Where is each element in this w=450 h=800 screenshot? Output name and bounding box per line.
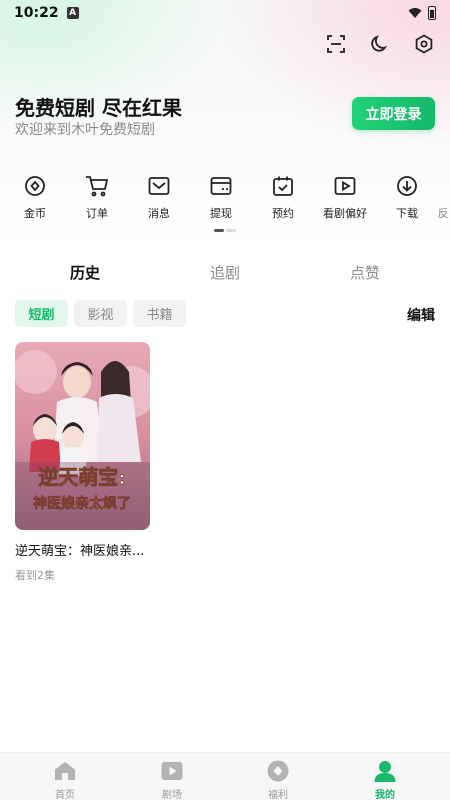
chip-short-drama[interactable]: 短剧: [15, 300, 68, 327]
nav-label: 剧场: [162, 790, 182, 800]
quick-action-reserve[interactable]: 预约: [252, 174, 314, 221]
wifi-icon: [408, 8, 422, 18]
chip-movies[interactable]: 影视: [74, 300, 127, 327]
settings-hex-icon[interactable]: [412, 32, 436, 56]
quick-action-coins[interactable]: 金币: [4, 174, 66, 221]
cover-title-line-1: 逆天萌宝:: [38, 465, 125, 489]
partial-icon: [431, 174, 450, 198]
quick-action-label: 下载: [396, 207, 418, 220]
nav-home[interactable]: 首页: [35, 759, 95, 800]
status-time: 10:22: [14, 5, 59, 21]
tab-history[interactable]: 历史: [70, 262, 100, 283]
quick-action-messages[interactable]: 消息: [128, 174, 190, 221]
calendar-icon: [271, 174, 295, 198]
welfare-icon: [266, 759, 290, 783]
quick-action-label: 预约: [272, 207, 294, 220]
profile-icon: [373, 759, 397, 783]
category-chips: 短剧 影视 书籍: [15, 300, 186, 327]
notification-icon: A: [66, 7, 79, 19]
nav-theater[interactable]: 剧场: [142, 759, 202, 800]
quick-action-withdraw[interactable]: 提现: [190, 174, 252, 221]
history-card[interactable]: 逆天萌宝: 神医娘亲太飒了 逆天萌宝：神医娘亲... 看到2集: [15, 342, 150, 583]
theater-icon: [160, 759, 184, 783]
battery-icon: [428, 6, 436, 20]
nav-label: 我的: [375, 790, 395, 800]
coin-icon: [23, 174, 47, 198]
watch-progress: 看到2集: [15, 569, 55, 582]
scan-icon[interactable]: [324, 32, 348, 56]
nav-profile[interactable]: 我的: [355, 759, 415, 800]
nav-welfare[interactable]: 福利: [248, 759, 308, 800]
quick-actions-pager: [214, 229, 236, 232]
moon-icon[interactable]: [368, 32, 392, 56]
nav-label: 首页: [55, 790, 75, 800]
quick-action-label: 提现: [210, 207, 232, 220]
quick-action-label: 订单: [86, 207, 108, 220]
quick-action-label: 反: [437, 207, 449, 220]
quick-action-preferences[interactable]: 看剧偏好: [314, 174, 376, 221]
home-icon: [53, 759, 77, 783]
quick-action-label: 消息: [148, 207, 170, 220]
quick-action-label: 金币: [24, 207, 46, 220]
cart-icon: [85, 174, 109, 198]
quick-actions: 金币 订单 消息 提现 预约 看剧偏好 下载 反: [0, 174, 450, 224]
wallet-icon: [209, 174, 233, 198]
edit-button[interactable]: 编辑: [407, 305, 435, 325]
quick-action-more[interactable]: 反: [423, 174, 450, 221]
tab-likes[interactable]: 点赞: [350, 262, 380, 283]
download-icon: [395, 174, 419, 198]
login-button[interactable]: 立即登录: [352, 97, 435, 130]
play-icon: [333, 174, 357, 198]
drama-title: 逆天萌宝：神医娘亲...: [15, 544, 145, 559]
promo-title: 免费短剧 尽在红果: [15, 96, 182, 120]
promo-subtitle: 欢迎来到木叶免费短剧: [15, 122, 155, 138]
bottom-navigation: 首页 剧场 福利 我的: [0, 752, 450, 800]
main-tabs: 历史 追剧 点赞: [0, 262, 450, 286]
cover-title-line-2: 神医娘亲太飒了: [33, 495, 131, 512]
drama-cover-image[interactable]: 逆天萌宝: 神医娘亲太飒了: [15, 342, 150, 530]
nav-label: 福利: [268, 790, 288, 800]
quick-action-orders[interactable]: 订单: [66, 174, 128, 221]
status-bar: 10:22 A: [0, 0, 450, 26]
chip-books[interactable]: 书籍: [133, 300, 186, 327]
message-icon: [147, 174, 171, 198]
quick-action-label: 看剧偏好: [323, 207, 367, 220]
tab-following[interactable]: 追剧: [210, 262, 240, 283]
